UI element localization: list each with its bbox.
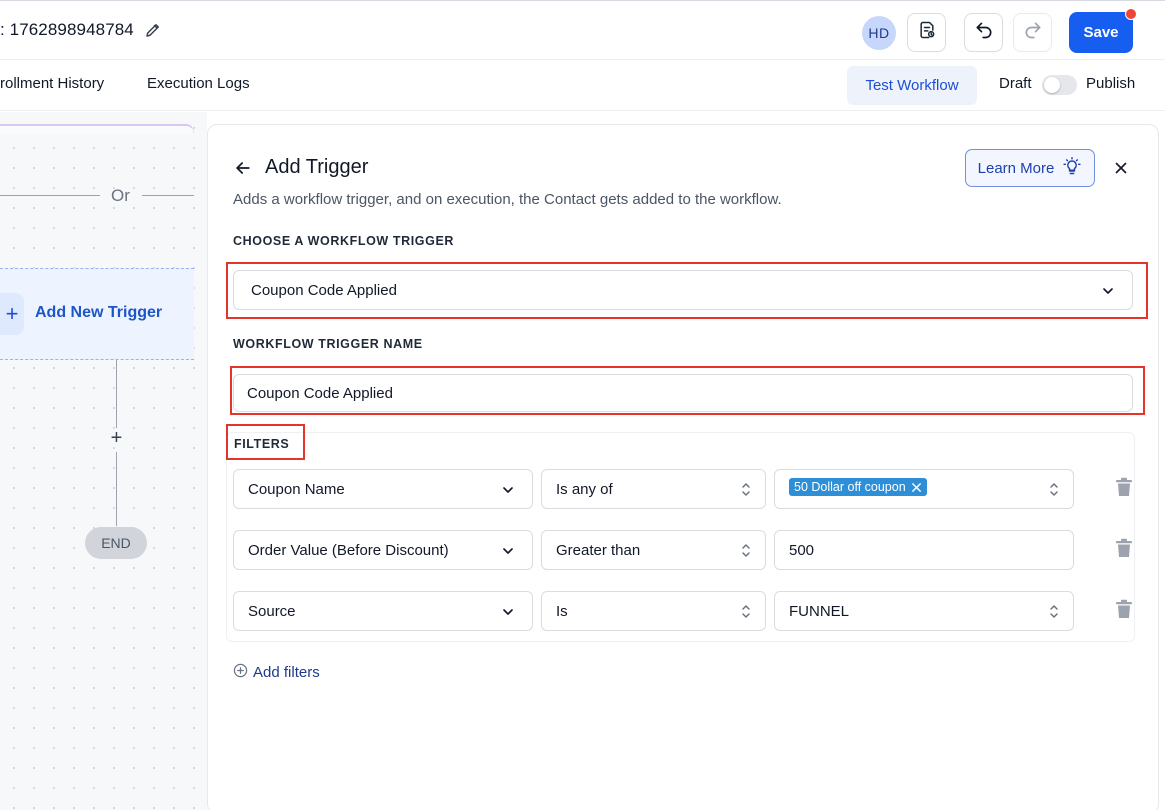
filter-value-text: 500 xyxy=(789,541,815,559)
sort-arrows-icon xyxy=(1048,480,1060,499)
divider-line xyxy=(0,195,100,196)
remove-tag-icon[interactable] xyxy=(911,482,922,493)
lightbulb-icon xyxy=(1062,156,1082,180)
sort-arrows-icon xyxy=(740,602,752,621)
filter-operator-select[interactable]: Greater than xyxy=(541,530,766,570)
add-filters-link[interactable]: Add filters xyxy=(233,663,320,682)
plus-icon: + xyxy=(0,293,24,335)
trigger-name-input[interactable] xyxy=(233,374,1133,412)
undo-icon xyxy=(974,20,994,45)
canvas-card-edge xyxy=(0,124,194,134)
chevron-down-icon xyxy=(500,482,516,498)
add-new-trigger-node[interactable]: + Add New Trigger xyxy=(0,268,194,360)
filter-field-select[interactable]: Coupon Name xyxy=(233,469,533,509)
plus-circle-icon xyxy=(233,663,248,682)
top-bar: : 1762898948784 HD Save xyxy=(0,0,1165,60)
value-tag: 50 Dollar off coupon xyxy=(789,478,927,496)
redo-button[interactable] xyxy=(1013,13,1052,52)
value-tag-text: 50 Dollar off coupon xyxy=(794,480,906,494)
filter-operator-select[interactable]: Is xyxy=(541,591,766,631)
add-filters-label: Add filters xyxy=(253,664,320,681)
workflow-tabs-bar: rollment History Execution Logs Test Wor… xyxy=(0,61,1165,111)
filter-value-multiselect[interactable]: 50 Dollar off coupon xyxy=(774,469,1074,509)
filter-field-text: Coupon Name xyxy=(248,480,345,498)
chevron-down-icon xyxy=(500,604,516,620)
filter-operator-text: Is xyxy=(556,602,568,620)
avatar[interactable]: HD xyxy=(862,16,896,50)
add-action-plus-icon[interactable]: + xyxy=(107,428,126,448)
document-icon xyxy=(917,20,937,45)
save-button[interactable]: Save xyxy=(1069,12,1133,53)
connector-line xyxy=(116,360,117,428)
test-workflow-button[interactable]: Test Workflow xyxy=(847,66,977,105)
filter-operator-text: Is any of xyxy=(556,480,613,498)
filter-field-text: Order Value (Before Discount) xyxy=(248,541,449,559)
workflow-canvas[interactable]: Or + Add New Trigger + END xyxy=(0,112,207,810)
pencil-icon[interactable] xyxy=(144,21,162,39)
end-node: END xyxy=(85,527,147,559)
publish-toggle[interactable] xyxy=(1042,75,1077,95)
workflow-title-text: : 1762898948784 xyxy=(0,20,134,39)
trigger-name-label: WORKFLOW TRIGGER NAME xyxy=(233,337,423,351)
learn-more-button[interactable]: Learn More xyxy=(965,149,1095,187)
filter-value-select[interactable]: FUNNEL xyxy=(774,591,1074,631)
panel-description: Adds a workflow trigger, and on executio… xyxy=(233,191,782,208)
filter-value-input[interactable]: 500 xyxy=(774,530,1074,570)
choose-trigger-label: CHOOSE A WORKFLOW TRIGGER xyxy=(233,234,455,248)
tab-execution-logs[interactable]: Execution Logs xyxy=(147,75,250,92)
notes-button[interactable] xyxy=(907,13,946,52)
filter-operator-select[interactable]: Is any of xyxy=(541,469,766,509)
trash-icon[interactable] xyxy=(1115,599,1133,619)
close-icon[interactable] xyxy=(1112,159,1130,177)
filter-operator-text: Greater than xyxy=(556,541,641,559)
publish-label: Publish xyxy=(1086,75,1136,92)
trash-icon[interactable] xyxy=(1115,477,1133,497)
workflow-title: : 1762898948784 xyxy=(0,20,162,40)
or-label: Or xyxy=(111,186,130,205)
redo-icon xyxy=(1023,20,1043,45)
back-arrow-icon[interactable] xyxy=(233,158,253,178)
connector-line xyxy=(116,452,117,526)
workflow-trigger-select[interactable]: Coupon Code Applied xyxy=(233,270,1133,310)
panel-title: Add Trigger xyxy=(265,156,369,178)
sort-arrows-icon xyxy=(740,541,752,560)
notification-dot xyxy=(1125,8,1137,20)
divider-line xyxy=(142,195,194,196)
tab-enrollment-history[interactable]: rollment History xyxy=(0,75,104,92)
filter-value-text: FUNNEL xyxy=(789,602,850,620)
learn-more-label: Learn More xyxy=(977,159,1055,177)
trash-icon[interactable] xyxy=(1115,538,1133,558)
filter-field-select[interactable]: Order Value (Before Discount) xyxy=(233,530,533,570)
filters-label: FILTERS xyxy=(234,437,290,451)
chevron-down-icon xyxy=(500,543,516,559)
filter-field-text: Source xyxy=(248,602,296,620)
toggle-knob xyxy=(1044,77,1060,93)
undo-button[interactable] xyxy=(964,13,1003,52)
sort-arrows-icon xyxy=(1048,602,1060,621)
draft-label: Draft xyxy=(999,75,1032,92)
chevron-down-icon xyxy=(1100,283,1116,299)
filter-field-select[interactable]: Source xyxy=(233,591,533,631)
sort-arrows-icon xyxy=(740,480,752,499)
add-new-trigger-label: Add New Trigger xyxy=(35,304,163,321)
selected-trigger-text: Coupon Code Applied xyxy=(251,282,397,299)
